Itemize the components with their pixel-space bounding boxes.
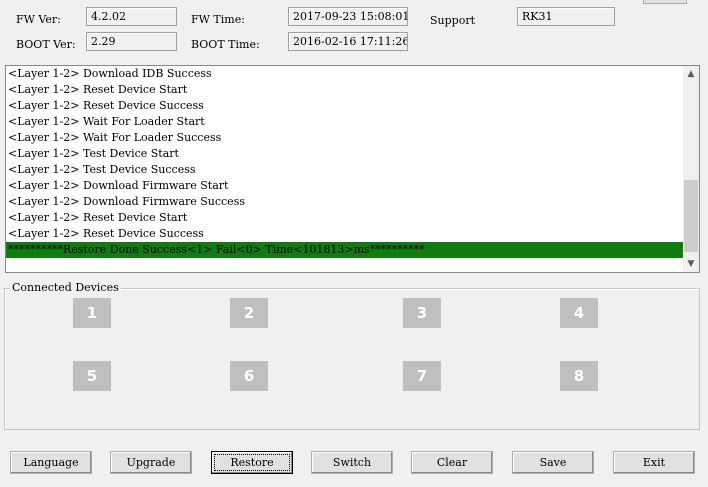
log-scrollbar[interactable]: ▲ ▼ — [683, 66, 699, 272]
log-line: <Layer 1-2> Reset Device Start — [8, 211, 188, 224]
log-line: <Layer 1-2> Reset Device Success — [8, 227, 204, 240]
device-slot-7: 7 — [403, 361, 441, 391]
log-line: <Layer 1-2> Download Firmware Start — [8, 179, 229, 192]
device-slot-1: 1 — [73, 298, 111, 328]
device-slot-4: 4 — [560, 298, 598, 328]
language-button[interactable]: Language — [10, 451, 92, 474]
boot-time-label: BOOT Time: — [191, 38, 260, 51]
log-line: <Layer 1-2> Download Firmware Success — [8, 195, 245, 208]
save-button[interactable]: Save — [512, 451, 594, 474]
log-lines: <Layer 1-2> Download IDB Success <Layer … — [6, 66, 684, 258]
fw-time-field: 2017-09-23 15:08:01 — [288, 7, 408, 26]
boot-ver-label: BOOT Ver: — [16, 38, 76, 51]
scroll-thumb[interactable] — [684, 180, 698, 252]
restore-button[interactable]: Restore — [211, 451, 293, 474]
connected-devices-title: Connected Devices — [10, 281, 121, 294]
scroll-up-arrow-icon[interactable]: ▲ — [683, 66, 699, 82]
switch-button[interactable]: Switch — [311, 451, 393, 474]
device-slot-5: 5 — [73, 361, 111, 391]
log-line: <Layer 1-2> Reset Device Success — [8, 99, 204, 112]
fw-ver-label: FW Ver: — [16, 13, 61, 26]
exit-button[interactable]: Exit — [613, 451, 695, 474]
device-slot-2: 2 — [230, 298, 268, 328]
clear-button[interactable]: Clear — [411, 451, 493, 474]
boot-ver-field: 2.29 — [86, 32, 177, 51]
support-label: Support — [430, 14, 476, 27]
log-line: <Layer 1-2> Reset Device Start — [8, 83, 188, 96]
fw-ver-field: 4.2.02 — [86, 7, 177, 26]
log-line: <Layer 1-2> Wait For Loader Start — [8, 115, 205, 128]
device-slot-6: 6 — [230, 361, 268, 391]
fw-time-label: FW Time: — [191, 13, 245, 26]
log-line: <Layer 1-2> Test Device Start — [8, 147, 179, 160]
support-field: RK31 — [517, 7, 615, 26]
scroll-down-arrow-icon[interactable]: ▼ — [683, 256, 699, 272]
log-line: <Layer 1-2> Download IDB Success — [8, 67, 212, 80]
log-line: <Layer 1-2> Test Device Success — [8, 163, 196, 176]
upgrade-button[interactable]: Upgrade — [110, 451, 192, 474]
boot-time-field: 2016-02-16 17:11:26 — [288, 32, 408, 51]
device-slot-8: 8 — [560, 361, 598, 391]
device-slot-3: 3 — [403, 298, 441, 328]
log-line: <Layer 1-2> Wait For Loader Success — [8, 131, 222, 144]
log-line-highlight: **********Restore Done Success<1> Fail<0… — [6, 242, 684, 258]
log-textarea[interactable]: <Layer 1-2> Download IDB Success <Layer … — [5, 65, 700, 273]
top-right-button-edge[interactable] — [643, 0, 687, 4]
